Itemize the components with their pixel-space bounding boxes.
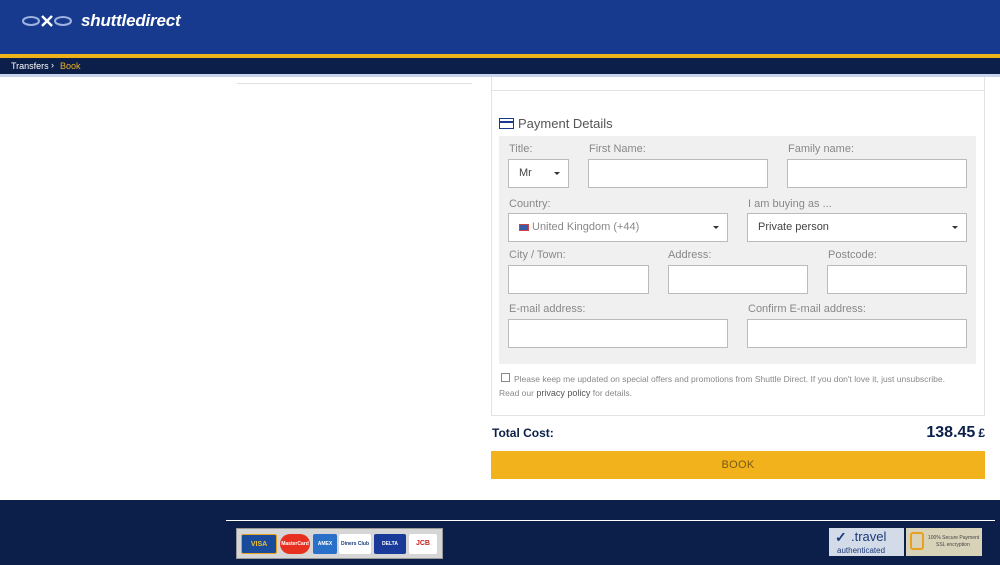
- country-label: Country:: [509, 198, 551, 210]
- email-input[interactable]: [508, 319, 728, 348]
- jcb-logo: JCB: [409, 534, 437, 554]
- secure-payment-line1: 100% Secure Payment: [928, 535, 980, 541]
- travel-brand: .travel: [851, 529, 887, 544]
- secure-payment-line2: SSL encryption: [936, 542, 970, 548]
- breadcrumb-separator: ›: [51, 60, 54, 70]
- city-label: City / Town:: [509, 249, 566, 261]
- breadcrumb: Transfers › Book: [0, 58, 1000, 74]
- previous-card-bottom: [491, 77, 985, 91]
- payment-details-title: Payment Details: [518, 116, 613, 131]
- currency-symbol: £: [978, 426, 985, 440]
- total-cost-label: Total Cost:: [492, 426, 554, 440]
- travel-caption: authenticated: [837, 546, 886, 555]
- breadcrumb-item-book: Book: [60, 61, 81, 71]
- family-name-label: Family name:: [788, 143, 855, 155]
- breadcrumb-item-transfers[interactable]: Transfers: [11, 61, 49, 71]
- consent-text-end: for details.: [590, 388, 632, 398]
- country-select-value: United Kingdom (+44): [532, 221, 640, 233]
- first-name-label: First Name:: [589, 143, 646, 155]
- postcode-input[interactable]: [827, 265, 967, 294]
- confirm-email-input[interactable]: [747, 319, 967, 348]
- payment-methods: VISA MasterCard AMEX Diners Club DELTA J…: [236, 528, 443, 559]
- buying-as-label: I am buying as ...: [748, 198, 832, 210]
- title-select[interactable]: Mr: [508, 159, 569, 188]
- travel-check-icon: ✓: [835, 529, 847, 545]
- left-divider: [237, 83, 472, 84]
- country-select[interactable]: United Kingdom (+44): [508, 213, 728, 242]
- uk-flag-icon: [519, 223, 529, 231]
- footer-divider: [226, 520, 995, 521]
- brand-name[interactable]: shuttledirect: [81, 11, 181, 31]
- shuttledirect-logo-icon[interactable]: [22, 14, 72, 28]
- newsletter-consent: Please keep me updated on special offers…: [499, 372, 949, 400]
- email-label: E-mail address:: [509, 303, 586, 315]
- confirm-email-label: Confirm E-mail address:: [748, 303, 866, 315]
- address-label: Address:: [668, 249, 712, 261]
- family-name-input[interactable]: [787, 159, 967, 188]
- city-input[interactable]: [508, 265, 649, 294]
- buying-as-select[interactable]: Private person: [747, 213, 967, 242]
- secure-payment-badge: 100% Secure Payment SSL encryption: [906, 528, 982, 556]
- title-label: Title:: [509, 143, 533, 155]
- privacy-policy-link[interactable]: privacy policy: [536, 388, 590, 398]
- amex-logo: AMEX: [313, 534, 337, 554]
- visa-logo: VISA: [241, 534, 277, 554]
- site-header: shuttledirect: [0, 0, 1000, 54]
- postcode-label: Postcode:: [828, 249, 877, 261]
- delta-logo: DELTA: [374, 534, 406, 554]
- total-cost-value: 138.45 £: [900, 424, 985, 442]
- mastercard-logo: MasterCard: [280, 534, 310, 554]
- newsletter-checkbox[interactable]: [501, 373, 510, 382]
- diners-club-logo: Diners Club: [339, 534, 371, 554]
- address-input[interactable]: [668, 265, 808, 294]
- padlock-icon: [910, 532, 924, 550]
- first-name-input[interactable]: [588, 159, 768, 188]
- book-button[interactable]: BOOK: [491, 451, 985, 479]
- credit-card-icon: [499, 118, 514, 129]
- travel-authenticated-badge[interactable]: ✓ .travel authenticated: [829, 528, 904, 556]
- total-amount: 138.45: [926, 424, 976, 441]
